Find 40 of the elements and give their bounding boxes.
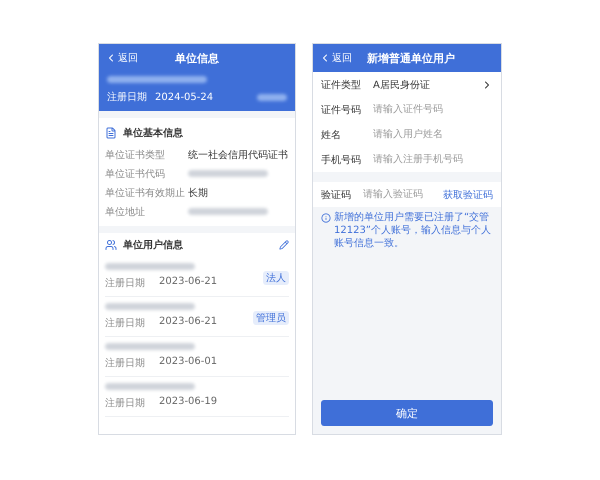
back-button[interactable]: 返回 xyxy=(319,51,352,65)
registration-label: 注册日期 xyxy=(105,276,145,290)
get-code-link[interactable]: 获取验证码 xyxy=(443,188,493,202)
registration-date: 2023-06-21 xyxy=(159,276,218,289)
users-icon xyxy=(105,239,117,251)
registration-label: 注册日期 xyxy=(105,316,145,330)
field-label: 单位地址 xyxy=(105,206,146,218)
field-label: 验证码 xyxy=(321,188,352,202)
registration-date: 2023-06-21 xyxy=(159,316,218,329)
section-title: 单位用户信息 xyxy=(123,238,183,252)
input-field[interactable]: 请输入验证码 xyxy=(363,189,443,200)
field-value: 统一社会信用代码证书 xyxy=(188,148,289,162)
field-label: 单位证书类型 xyxy=(105,148,166,162)
registration-label: 注册日期 xyxy=(105,396,145,410)
notice-text: 新增的单位用户需要已注册了“交管12123”个人账号，输入信息与个人账号信息一致。 xyxy=(334,211,492,250)
confirm-button[interactable]: 确定 xyxy=(321,400,493,426)
field-label: 单位证书代码 xyxy=(105,168,166,180)
screen-title: 新增普通单位用户 xyxy=(367,50,455,66)
screen-title: 单位信息 xyxy=(175,50,219,66)
registration-date: 2024-05-24 xyxy=(155,92,214,102)
registration-label: 注册日期 xyxy=(107,90,147,104)
section-title: 单位基本信息 xyxy=(123,126,183,140)
field-label: 证件类型 xyxy=(321,78,362,92)
registration-date: 2023-06-19 xyxy=(159,396,218,409)
redaction-bar xyxy=(257,94,287,100)
role-tag: 管理员 xyxy=(253,311,289,325)
registration-label: 注册日期 xyxy=(105,356,145,370)
field-label: 证件号码 xyxy=(321,104,362,116)
edit-icon[interactable] xyxy=(279,240,289,250)
field-label: 手机号码 xyxy=(321,154,362,166)
id-type-select[interactable]: A居民身份证 xyxy=(373,78,481,92)
document-icon xyxy=(105,127,117,139)
field-label: 姓名 xyxy=(321,128,342,142)
info-icon xyxy=(321,213,331,223)
back-button[interactable]: 返回 xyxy=(105,51,138,65)
role-tag: 法人 xyxy=(263,271,289,285)
field-value: 长期 xyxy=(188,186,209,200)
field-label: 单位证书有效期止 xyxy=(105,186,186,200)
input-field[interactable]: 请输入证件号码 xyxy=(373,104,493,115)
registration-date: 2023-06-01 xyxy=(159,356,218,369)
